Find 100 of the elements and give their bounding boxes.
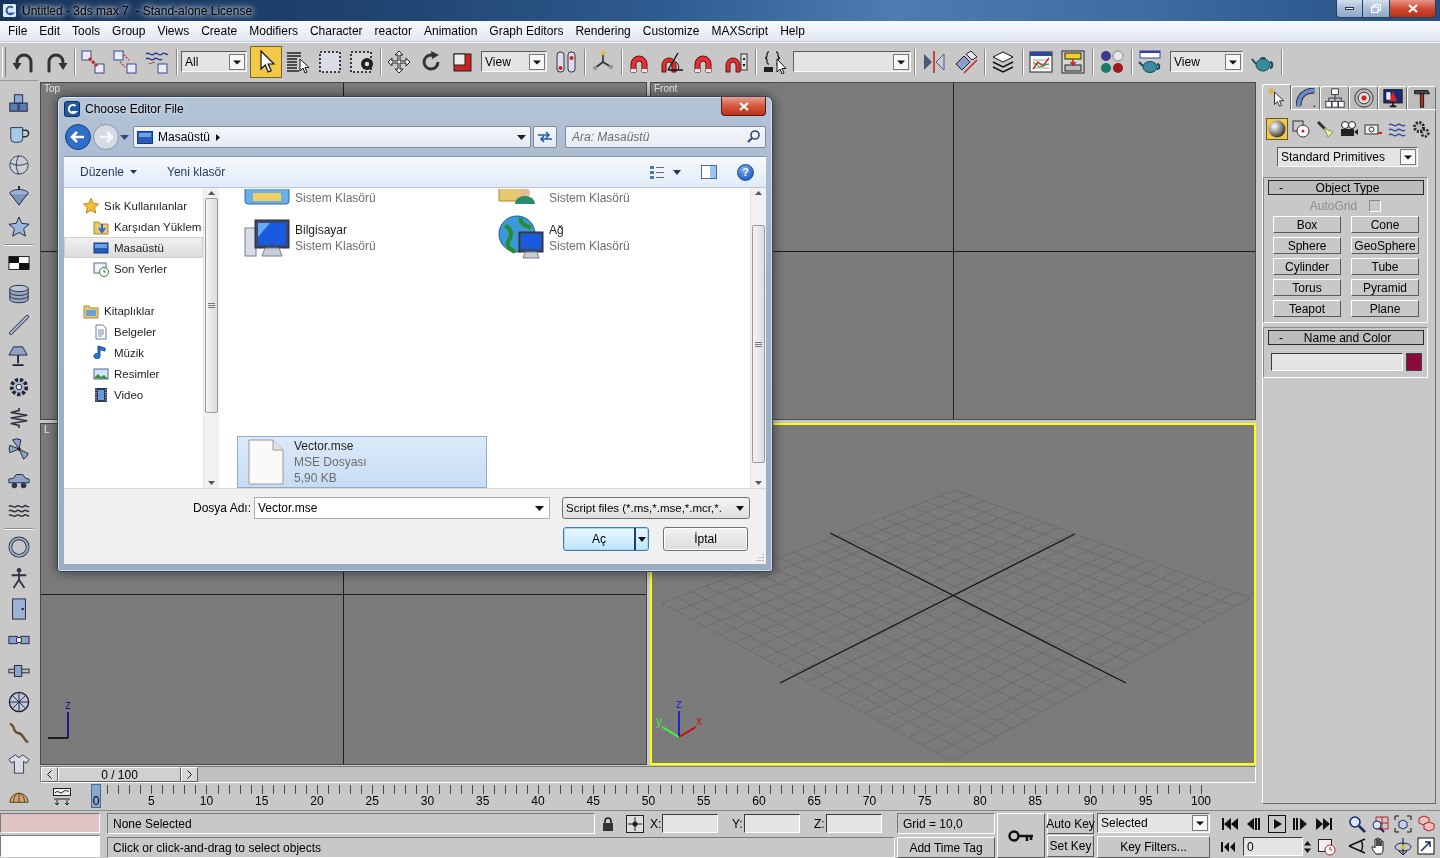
wavy-link-icon[interactable] <box>145 49 169 74</box>
clock-icon[interactable] <box>1318 837 1336 856</box>
open-button[interactable]: Aç <box>563 527 649 551</box>
blocks-icon[interactable] <box>8 91 30 114</box>
list-cursor-icon[interactable] <box>286 49 310 74</box>
broken-link-icon[interactable] <box>113 49 137 74</box>
breadcrumb-item[interactable]: Masaüstü <box>158 130 211 144</box>
menu-item[interactable]: Create <box>195 22 244 40</box>
command-panel-tab[interactable] <box>1320 86 1349 110</box>
chain-link-icon[interactable] <box>81 49 105 74</box>
primitive-button[interactable]: Cone <box>1351 216 1419 233</box>
nav-item[interactable]: Resimler <box>64 363 203 384</box>
lamp-icon[interactable] <box>8 344 30 367</box>
refresh-button[interactable] <box>533 126 557 148</box>
command-panel-tab[interactable] <box>1262 84 1291 110</box>
key-mode-icon[interactable] <box>1221 839 1235 854</box>
menu-item[interactable]: File <box>2 22 34 40</box>
category-button[interactable] <box>1290 118 1312 140</box>
wheel-icon[interactable] <box>8 690 30 713</box>
preview-pane-icon[interactable] <box>701 165 717 179</box>
minimize-button[interactable] <box>1336 0 1363 18</box>
menu-item[interactable]: Help <box>774 22 811 40</box>
time-slider-thumb[interactable]: 0 / 100 <box>58 767 181 782</box>
magnifier-icon[interactable] <box>1347 815 1366 833</box>
named-selection-field[interactable] <box>793 51 911 72</box>
address-bar[interactable]: Masaüstü <box>133 126 531 148</box>
select-object-button[interactable] <box>250 45 282 78</box>
auto-key-button[interactable]: Auto Key <box>1047 813 1094 834</box>
add-time-tag-button[interactable]: Add Time Tag <box>897 837 995 858</box>
close-button[interactable] <box>721 97 766 116</box>
render-type-dropdown[interactable]: View <box>1170 51 1243 72</box>
view-cone-icon[interactable] <box>1347 837 1366 855</box>
hexagons-icon[interactable] <box>1416 815 1435 833</box>
caret-icon[interactable] <box>673 169 681 175</box>
command-button[interactable]: Yeni klasör <box>161 161 232 183</box>
current-frame-marker[interactable] <box>91 784 101 808</box>
primitive-button[interactable]: Box <box>1273 216 1341 233</box>
teapot-window-icon[interactable] <box>1138 49 1162 74</box>
key-filters-button[interactable]: Key Filters... <box>1097 836 1210 858</box>
primitive-button[interactable]: Plane <box>1351 300 1419 317</box>
cancel-button[interactable]: İptal <box>663 527 748 551</box>
category-button[interactable] <box>1314 118 1336 140</box>
view-options-icon[interactable] <box>649 165 665 179</box>
menu-item[interactable]: Animation <box>417 22 484 40</box>
coordinate-field[interactable] <box>744 814 800 833</box>
menu-item[interactable]: Group <box>106 22 152 40</box>
move-arrows-icon[interactable] <box>387 49 411 74</box>
coordinate-system-dropdown[interactable]: View <box>481 51 547 72</box>
restore-button[interactable] <box>1363 0 1390 18</box>
command-panel-tab[interactable] <box>1378 86 1407 110</box>
shirt-icon[interactable] <box>8 752 30 775</box>
menu-item[interactable]: Tools <box>66 22 107 40</box>
nav-item[interactable]: Sık Kullanılanlar <box>64 195 203 216</box>
menu-item[interactable]: reactor <box>368 22 418 40</box>
viewport-label[interactable]: Top <box>44 83 61 95</box>
coordinate-field[interactable] <box>826 814 882 833</box>
track-view-toggle-icon[interactable] <box>53 787 71 806</box>
padlock-icon[interactable] <box>602 816 614 831</box>
command-panel-tab[interactable] <box>1407 86 1436 110</box>
maximize-icon[interactable] <box>1416 837 1435 855</box>
time-slider-track[interactable]: 0 / 100 <box>40 766 1256 783</box>
close-button[interactable] <box>1390 0 1436 18</box>
rope-icon[interactable] <box>8 721 30 744</box>
menu-item[interactable]: Graph Editors <box>483 22 570 40</box>
nav-item[interactable]: Kitaplıklar <box>64 300 203 321</box>
primitive-button[interactable]: Teapot <box>1273 300 1341 317</box>
braces-cursor-icon[interactable] <box>763 49 787 74</box>
object-category-dropdown[interactable]: Standard Primitives <box>1277 147 1418 167</box>
primitive-button[interactable]: Pyramid <box>1351 279 1419 296</box>
selection-filter-dropdown[interactable]: All <box>181 51 247 72</box>
explorer-item[interactable]: Bilgisayar Sistem Klasörü <box>240 214 494 262</box>
disk-stack-icon[interactable] <box>8 282 30 305</box>
organize-menu-button[interactable]: Düzenle <box>74 161 144 183</box>
back-button[interactable] <box>65 124 91 150</box>
key-set-dropdown[interactable]: Selected <box>1097 813 1210 833</box>
ring-icon[interactable] <box>8 535 30 558</box>
spinning-top-icon[interactable] <box>8 184 30 207</box>
framed-cube-icon[interactable] <box>1393 815 1412 833</box>
eraser-icon[interactable] <box>954 49 978 74</box>
coordinate-field[interactable] <box>662 814 718 833</box>
spring-icon[interactable] <box>8 406 30 429</box>
nav-item[interactable]: Masaüstü <box>64 237 203 258</box>
star-icon[interactable] <box>8 215 30 238</box>
listener-output-field[interactable] <box>0 813 100 833</box>
menu-item[interactable]: Modifiers <box>243 22 304 40</box>
nav-item[interactable]: Belgeler <box>64 321 203 342</box>
primitive-button[interactable]: GeoSphere <box>1351 237 1419 254</box>
play-icon[interactable] <box>1268 814 1286 833</box>
menu-item[interactable]: MAXScript <box>705 22 775 40</box>
time-slider-forward-button[interactable] <box>181 767 198 782</box>
menu-item[interactable]: Views <box>151 22 196 40</box>
fan-icon[interactable] <box>8 437 30 460</box>
scrollbar[interactable] <box>203 188 219 488</box>
command-panel-tab[interactable] <box>1349 86 1378 110</box>
nav-item[interactable]: Son Yerler <box>64 258 203 279</box>
color-swatch-icon[interactable] <box>1406 353 1422 371</box>
primitive-button[interactable]: Torus <box>1273 279 1341 296</box>
current-frame-field[interactable]: 0 <box>1243 837 1303 856</box>
scrollbar[interactable] <box>750 188 766 488</box>
set-key-button[interactable]: Set Key <box>1047 835 1094 857</box>
